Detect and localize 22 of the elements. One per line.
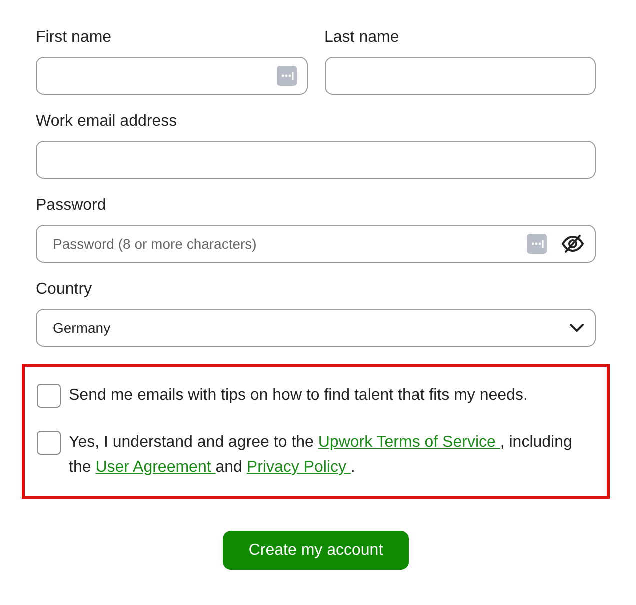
field-label: First name — [36, 28, 113, 48]
field-label: Country — [36, 280, 94, 300]
password-field[interactable]: Password (8 or more characters) — [36, 225, 596, 263]
input-field[interactable] — [36, 141, 596, 179]
country-select[interactable]: Germany — [36, 309, 596, 347]
eye-slash-icon[interactable] — [561, 232, 585, 256]
field-label: Password — [36, 196, 108, 216]
consent-text: Send me emails with tips on how to find talent that fits my needs. — [69, 386, 528, 406]
password-manager-icon[interactable] — [276, 66, 296, 86]
policy-link[interactable]: User Agreement — [96, 459, 216, 476]
field-label: Work email address — [36, 112, 178, 132]
create-account-button[interactable]: Create my account — [222, 531, 410, 570]
policy-link[interactable]: Privacy Policy — [246, 459, 351, 476]
checkbox[interactable] — [37, 384, 61, 408]
password-manager-icon[interactable] — [527, 234, 547, 254]
consent-text: Yes, I understand and agree to the Upwork Terms of Service , including the User Agreement and Privacy Policy . — [69, 433, 574, 478]
policy-link[interactable]: Upwork Terms of Service — [318, 434, 500, 451]
placeholder-text: Password (8 or more characters) — [53, 236, 258, 252]
input-field[interactable] — [36, 57, 308, 95]
checkbox[interactable] — [37, 431, 61, 455]
input-field[interactable] — [324, 57, 596, 95]
field-label: Last name — [324, 28, 400, 48]
